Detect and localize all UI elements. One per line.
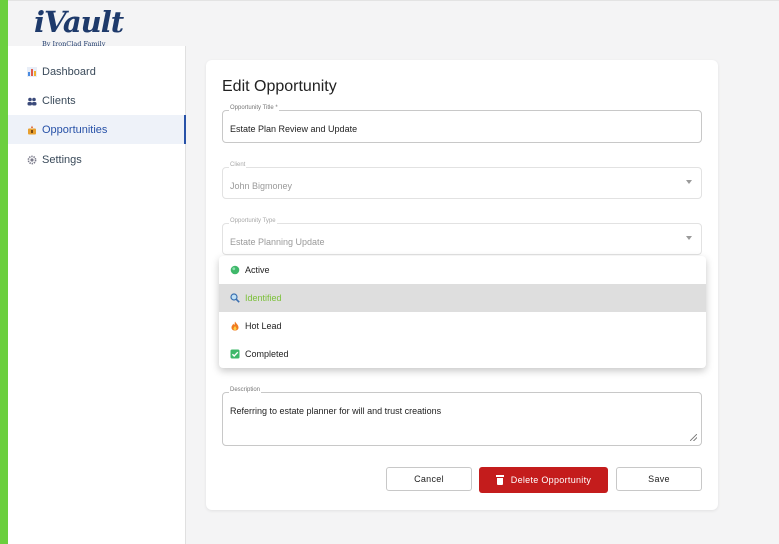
description-value: Referring to estate planner for will and…	[230, 406, 442, 416]
status-dropdown-menu: Active Identified Hot Lead Completed	[219, 256, 706, 368]
sidebar-item-label: Opportunities	[42, 123, 108, 136]
client-label: Client	[229, 162, 247, 168]
sidebar-item-label: Clients	[42, 94, 76, 107]
status-option-active[interactable]: Active	[219, 256, 706, 284]
bar-chart-icon	[26, 66, 37, 77]
status-option-label: Identified	[245, 293, 282, 303]
description-textarea[interactable]: Description Referring to estate planner …	[222, 387, 702, 446]
client-select: Client John Bigmoney	[222, 162, 702, 199]
status-option-hot-lead[interactable]: Hot Lead	[219, 312, 706, 340]
sidebar-item-clients[interactable]: Clients	[8, 86, 186, 115]
people-icon	[26, 95, 37, 106]
page-title: Edit Opportunity	[222, 78, 337, 95]
opportunity-title-field[interactable]: Opportunity Title * Estate Plan Review a…	[222, 105, 702, 143]
magnifier-icon	[230, 293, 240, 303]
sidebar-item-dashboard[interactable]: Dashboard	[8, 57, 186, 86]
opportunity-type-value: Estate Planning Update	[230, 237, 325, 247]
save-button[interactable]: Save	[616, 467, 702, 491]
green-circle-icon	[230, 265, 240, 275]
status-option-completed[interactable]: Completed	[219, 340, 706, 368]
sidebar: Dashboard Clients Opportunities Settings	[8, 46, 186, 544]
chevron-down-icon	[686, 236, 692, 240]
gear-icon	[26, 154, 37, 165]
sidebar-item-settings[interactable]: Settings	[8, 145, 186, 174]
sidebar-item-label: Dashboard	[42, 65, 96, 78]
status-option-label: Hot Lead	[245, 321, 282, 331]
trash-icon	[495, 475, 504, 485]
cancel-button[interactable]: Cancel	[386, 467, 472, 491]
status-option-label: Completed	[245, 349, 289, 359]
delete-opportunity-button[interactable]: Delete Opportunity	[479, 467, 608, 493]
opportunity-title-value: Estate Plan Review and Update	[230, 124, 358, 134]
status-option-label: Active	[245, 265, 270, 275]
opportunity-title-label: Opportunity Title *	[229, 105, 279, 111]
resize-handle-icon[interactable]	[690, 434, 697, 441]
fire-icon	[230, 321, 240, 331]
sidebar-item-opportunities[interactable]: Opportunities	[8, 115, 186, 144]
check-box-icon	[230, 349, 240, 359]
app-logo[interactable]: iVault By IronClad Family	[34, 5, 124, 48]
chevron-down-icon	[686, 180, 692, 184]
left-accent-stripe	[0, 0, 8, 544]
client-value: John Bigmoney	[230, 181, 293, 191]
opportunity-type-select: Opportunity Type Estate Planning Update	[222, 218, 702, 255]
top-bar: iVault By IronClad Family	[8, 0, 779, 48]
opportunities-icon	[26, 124, 37, 135]
status-option-identified[interactable]: Identified	[219, 284, 706, 312]
sidebar-item-label: Settings	[42, 153, 82, 166]
opportunity-type-label: Opportunity Type	[229, 218, 277, 224]
logo-text: iVault	[34, 5, 124, 39]
description-label: Description	[229, 387, 262, 393]
delete-button-label: Delete Opportunity	[510, 475, 592, 485]
